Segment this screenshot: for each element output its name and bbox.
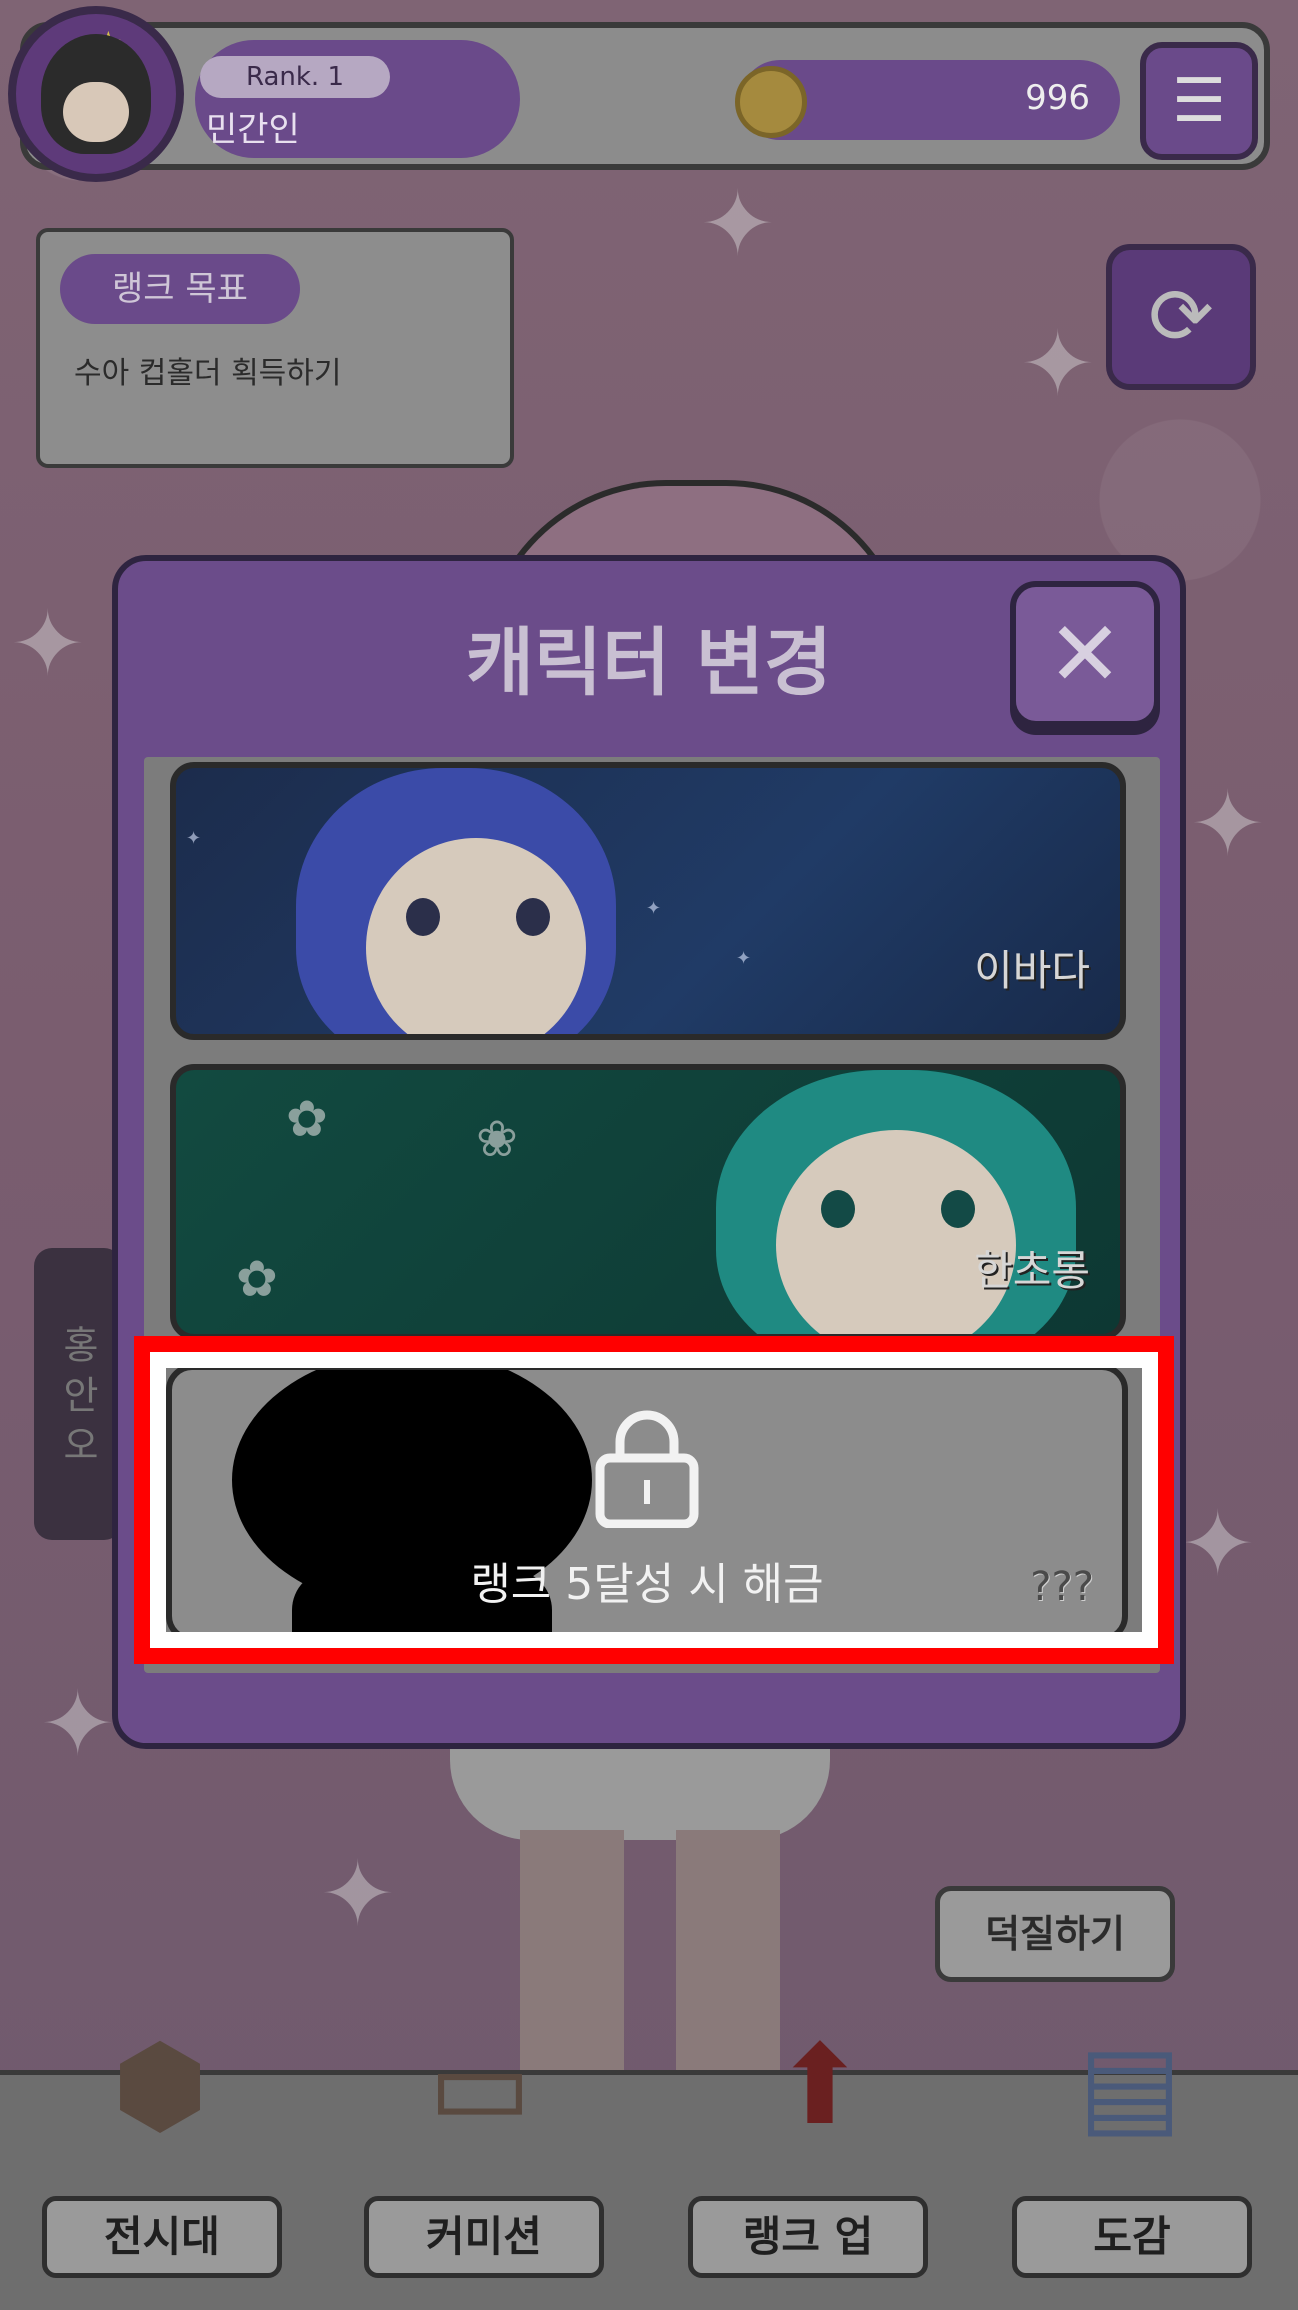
coin-count: 996 — [1025, 78, 1090, 118]
twinkle-decoration: ✦ — [736, 948, 752, 969]
sparkle-decoration: ✦ — [1180, 1492, 1256, 1597]
rank-goal-title: 랭크 목표 — [60, 254, 300, 324]
sparkle-decoration: ✦ — [320, 1842, 396, 1947]
character-card-ibada[interactable]: ✦ ✦ ✦ 이바다 — [170, 762, 1126, 1040]
flower-decoration: ✿ — [286, 1090, 328, 1148]
unlock-requirement-text: 랭크 5달성 시 해금 — [470, 1559, 824, 1610]
lock-icon — [595, 1410, 699, 1528]
duck-button[interactable]: 덕질하기 — [935, 1886, 1175, 1982]
rank-label: Rank. 1 — [200, 56, 390, 98]
character-card-hanchorong[interactable]: ✿ ❀ ✿ 한초롱 — [170, 1064, 1126, 1340]
arrow-up-icon: ⬆ — [773, 2021, 867, 2149]
character-eye — [406, 898, 440, 936]
character-eye — [821, 1190, 855, 1228]
list-icon: ☰ — [1172, 66, 1226, 136]
username: 민간인 — [206, 110, 300, 150]
side-tab-label: 홍 안 오 — [55, 1324, 100, 1464]
sparkle-decoration: ✦ — [1190, 772, 1266, 877]
close-button[interactable]: ✕ — [1010, 581, 1160, 727]
nav-rank-up-button[interactable]: 랭크 업 — [688, 2196, 928, 2278]
twinkle-decoration: ✦ — [186, 828, 202, 849]
flower-decoration: ❀ — [476, 1110, 518, 1168]
side-tab[interactable]: 홍 안 오 — [34, 1248, 122, 1540]
sparkle-decoration: ✦ — [10, 592, 86, 697]
avatar-face — [41, 34, 151, 154]
twinkle-decoration: ✦ — [646, 898, 662, 919]
player-avatar[interactable]: ★ — [8, 6, 184, 182]
nav-encyclopedia-button[interactable]: 도감 — [1012, 2196, 1252, 2278]
character-card-locked[interactable]: 랭크 5달성 시 해금 ??? — [166, 1364, 1128, 1642]
character-name: 이바다 — [974, 946, 1090, 995]
coin-icon — [735, 66, 807, 138]
character-eye — [941, 1190, 975, 1228]
rank-goal-panel: 랭크 목표 수아 컵홀더 획득하기 — [36, 228, 514, 468]
sparkle-decoration: ✦ — [700, 172, 776, 277]
display-case-icon: ⬢ — [111, 2021, 209, 2149]
rank-goal-description: 수아 컵홀더 획득하기 — [74, 356, 342, 391]
menu-button[interactable]: ☰ — [1140, 42, 1258, 160]
book-icon: ▤ — [1078, 2021, 1182, 2149]
character-name: 한초롱 — [974, 1246, 1090, 1295]
sparkle-decoration: ✦ — [40, 1672, 116, 1777]
flower-decoration: ✿ — [236, 1250, 278, 1308]
character-eye — [516, 898, 550, 936]
refresh-icon: ⟳ — [1148, 272, 1214, 362]
close-icon: ✕ — [1047, 601, 1123, 707]
character-name-unknown: ??? — [1030, 1564, 1094, 1610]
tablet-icon: ▭ — [428, 2021, 532, 2149]
sparkle-decoration: ✦ — [1020, 312, 1096, 417]
refresh-button[interactable]: ⟳ — [1106, 244, 1256, 390]
nav-display-case-button[interactable]: 전시대 — [42, 2196, 282, 2278]
nav-commission-button[interactable]: 커미션 — [364, 2196, 604, 2278]
